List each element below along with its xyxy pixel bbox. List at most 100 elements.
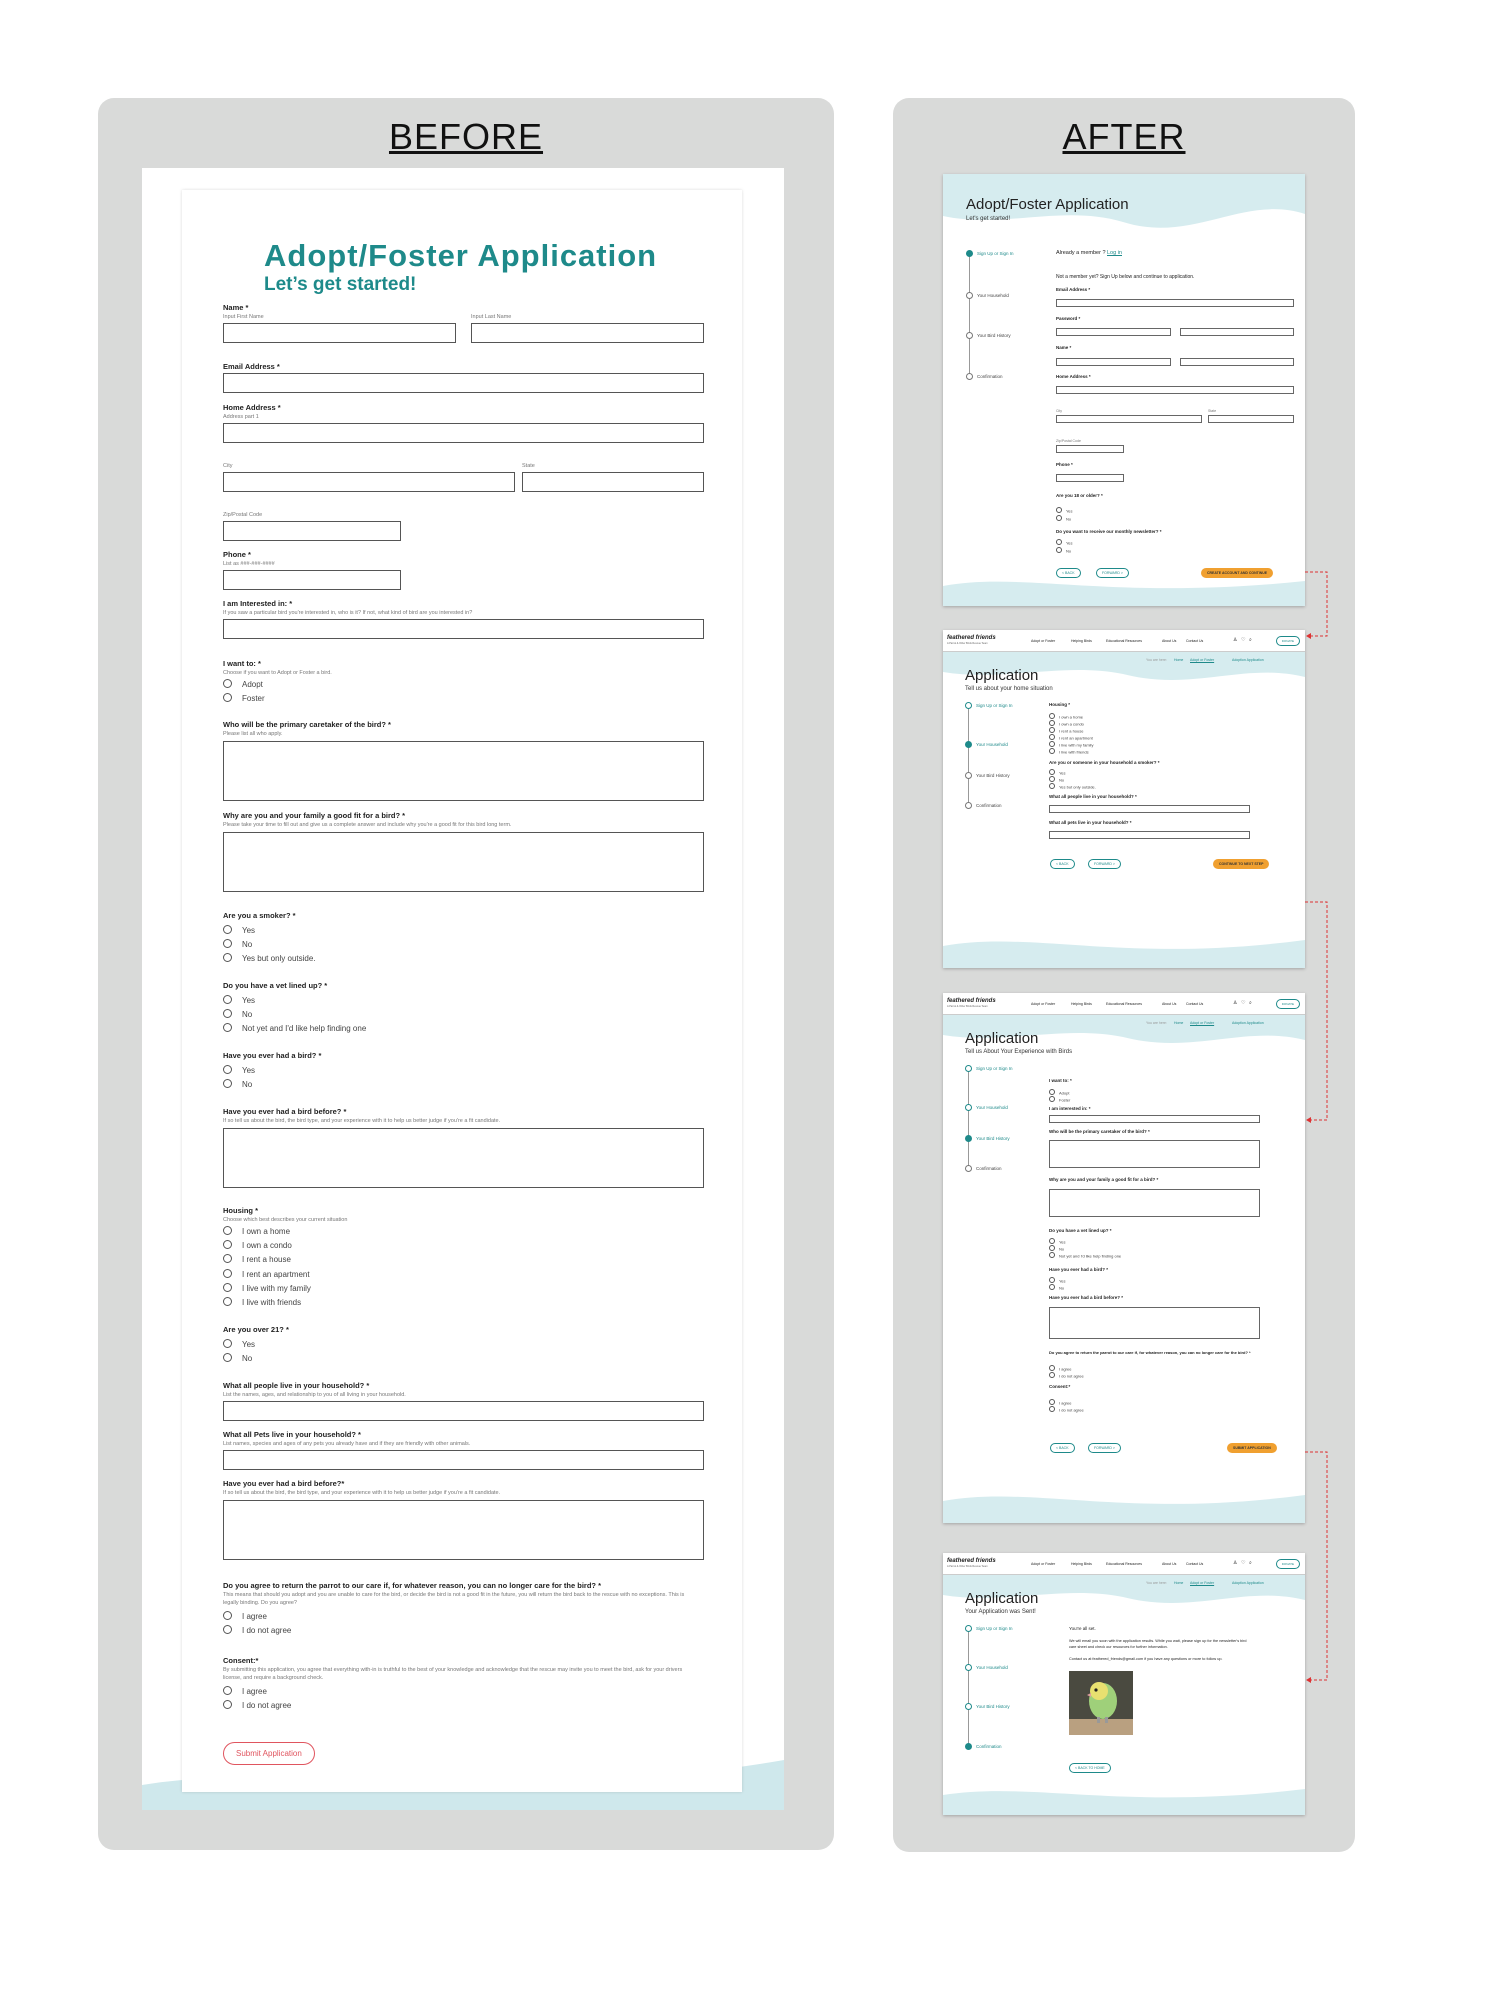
back-button[interactable]: < BACK	[1050, 859, 1075, 869]
radio-housing-4[interactable]: I live with my family	[1049, 741, 1093, 748]
back-to-home-button[interactable]: < BACK TO HOME	[1069, 1763, 1111, 1773]
nav-link-resources[interactable]: Educational Resources	[1106, 639, 1142, 643]
nav-link-resources[interactable]: Educational Resources	[1106, 1002, 1142, 1006]
state-input[interactable]	[522, 472, 704, 492]
radio-over21-yes[interactable]: Yes	[223, 1339, 255, 1349]
search-icon[interactable]: ⌕	[1249, 637, 1252, 643]
breadcrumb-home[interactable]: Home	[1174, 1581, 1183, 1585]
radio-smoker-no[interactable]: No	[223, 939, 252, 949]
donate-button[interactable]: DONATE	[1275, 1559, 1300, 1569]
step-label-3[interactable]: Your Bird History	[976, 773, 1010, 778]
radio-housing-0[interactable]: I own a home	[1049, 713, 1083, 720]
forward-button[interactable]: FORWARD >	[1088, 1443, 1121, 1453]
step-label-4[interactable]: Confirmation	[976, 803, 1002, 808]
radio-housing-1[interactable]: I own a condo	[223, 1240, 292, 1250]
radio-foster[interactable]: Foster	[1049, 1096, 1070, 1103]
radio-over21-no[interactable]: No	[223, 1353, 252, 1363]
step-label-1[interactable]: Sign Up or Sign In	[976, 703, 1013, 708]
radio-foster[interactable]: Foster	[223, 693, 265, 703]
nav-link-helping[interactable]: Helping Birds	[1071, 1562, 1092, 1566]
breadcrumb-home[interactable]: Home	[1174, 1021, 1183, 1025]
radio-housing-5[interactable]: I live with friends	[223, 1297, 301, 1307]
submit-application-button[interactable]: SUBMIT APPLICATION	[1227, 1443, 1277, 1453]
radio-smoker-yes[interactable]: Yes	[1049, 769, 1066, 776]
breadcrumb-adopt[interactable]: Adopt or Foster	[1190, 1021, 1214, 1025]
radio-consent-disagree[interactable]: I do not agree	[223, 1700, 291, 1710]
radio-housing-3[interactable]: I rent an apartment	[223, 1269, 310, 1279]
step-label-1[interactable]: Sign Up or Sign In	[976, 1066, 1013, 1071]
site-logo[interactable]: feathered friends	[947, 998, 996, 1004]
create-account-button[interactable]: CREATE ACCOUNT AND CONTINUE	[1201, 568, 1274, 578]
caretaker-textarea[interactable]	[1049, 1140, 1260, 1168]
interest-input[interactable]	[1049, 1115, 1260, 1123]
step-label-2[interactable]: Your Household	[976, 1105, 1008, 1110]
radio-housing-2[interactable]: I rent a house	[223, 1254, 291, 1264]
radio-smoker-yes[interactable]: Yes	[223, 925, 255, 935]
phone-input[interactable]	[223, 570, 401, 590]
radio-hadbird-no[interactable]: No	[223, 1079, 252, 1089]
radio-hadbird-no[interactable]: No	[1049, 1284, 1064, 1291]
breadcrumb-adopt[interactable]: Adopt or Foster	[1190, 1581, 1214, 1585]
fit-textarea[interactable]	[1049, 1189, 1260, 1217]
forward-button[interactable]: FORWARD >	[1096, 568, 1129, 578]
user-icon[interactable]: ♙	[1233, 1560, 1237, 1566]
nav-link-adopt[interactable]: Adopt or Foster	[1031, 1562, 1055, 1566]
people-input[interactable]	[1049, 805, 1250, 813]
step-label-2[interactable]: Your Household	[976, 742, 1008, 747]
nav-link-about[interactable]: About Us	[1162, 639, 1176, 643]
nav-link-about[interactable]: About Us	[1162, 1002, 1176, 1006]
user-icon[interactable]: ♙	[1233, 1000, 1237, 1006]
heart-icon[interactable]: ♡	[1241, 637, 1245, 643]
radio-adopt[interactable]: Adopt	[223, 679, 263, 689]
step-label-1[interactable]: Sign Up or Sign In	[976, 1626, 1013, 1631]
email-input[interactable]	[1056, 299, 1294, 307]
step-label-3[interactable]: Your Bird History	[976, 1704, 1010, 1709]
radio-hadbird-yes[interactable]: Yes	[1049, 1277, 1066, 1284]
login-link[interactable]: Log in	[1107, 250, 1122, 256]
user-icon[interactable]: ♙	[1233, 637, 1237, 643]
radio-housing-0[interactable]: I own a home	[223, 1226, 290, 1236]
nav-link-helping[interactable]: Helping Birds	[1071, 639, 1092, 643]
forward-button[interactable]: FORWARD >	[1088, 859, 1121, 869]
nav-link-contact[interactable]: Contact Us	[1186, 1002, 1203, 1006]
radio-consent-disagree[interactable]: I do not agree	[1049, 1406, 1084, 1413]
heart-icon[interactable]: ♡	[1241, 1000, 1245, 1006]
radio-return-agree[interactable]: I agree	[223, 1611, 267, 1621]
submit-application-button[interactable]: Submit Application	[223, 1742, 315, 1765]
email-input[interactable]	[223, 373, 704, 393]
radio-adopt[interactable]: Adopt	[1049, 1089, 1069, 1096]
breadcrumb-home[interactable]: Home	[1174, 658, 1183, 662]
zip-input[interactable]	[1056, 445, 1124, 453]
site-logo[interactable]: feathered friends	[947, 635, 996, 641]
nav-link-resources[interactable]: Educational Resources	[1106, 1562, 1142, 1566]
step-label-3[interactable]: Your Bird History	[977, 333, 1011, 338]
bird-before-textarea[interactable]	[223, 1128, 704, 1188]
bird-before2-textarea[interactable]	[223, 1500, 704, 1560]
radio-housing-3[interactable]: I rent an apartment	[1049, 734, 1093, 741]
heart-icon[interactable]: ♡	[1241, 1560, 1245, 1566]
radio-housing-2[interactable]: I rent a house	[1049, 727, 1083, 734]
radio-age-no[interactable]: No	[1056, 515, 1071, 522]
radio-consent-agree[interactable]: I agree	[223, 1686, 267, 1696]
last-name-input[interactable]	[1180, 358, 1294, 366]
step-label-3[interactable]: Your Bird History	[976, 1136, 1010, 1141]
city-input[interactable]	[1056, 415, 1202, 423]
radio-return-agree[interactable]: I agree	[1049, 1365, 1071, 1372]
address-input[interactable]	[1056, 386, 1294, 394]
step-label-4[interactable]: Confirmation	[976, 1744, 1002, 1749]
state-input[interactable]	[1208, 415, 1294, 423]
radio-smoker-outside[interactable]: Yes but only outside.	[223, 953, 316, 963]
breadcrumb-adopt[interactable]: Adopt or Foster	[1190, 658, 1214, 662]
pets-input[interactable]	[223, 1450, 704, 1470]
password-input[interactable]	[1056, 328, 1171, 336]
radio-vet-help[interactable]: Not yet and I'd like help finding one	[223, 1023, 366, 1033]
back-button[interactable]: < BACK	[1050, 1443, 1075, 1453]
last-name-input[interactable]	[471, 323, 704, 343]
search-icon[interactable]: ⌕	[1249, 1000, 1252, 1006]
radio-housing-1[interactable]: I own a condo	[1049, 720, 1084, 727]
site-logo[interactable]: feathered friends	[947, 1558, 996, 1564]
nav-link-contact[interactable]: Contact Us	[1186, 1562, 1203, 1566]
radio-vet-yes[interactable]: Yes	[223, 995, 255, 1005]
caretaker-textarea[interactable]	[223, 741, 704, 801]
step-label-2[interactable]: Your Household	[977, 293, 1009, 298]
